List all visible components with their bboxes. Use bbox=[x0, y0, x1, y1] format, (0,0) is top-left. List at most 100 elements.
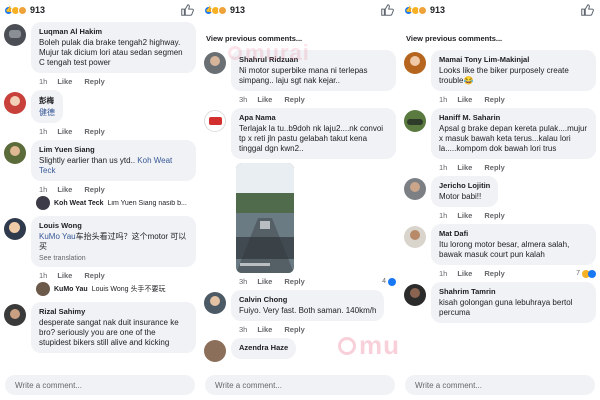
comment-text[interactable]: 健德 bbox=[39, 108, 55, 118]
see-translation-link[interactable]: See translation bbox=[39, 255, 188, 262]
comment-time[interactable]: 1h bbox=[39, 77, 47, 86]
avatar[interactable] bbox=[404, 110, 426, 132]
comment-actions: 1h Like Reply bbox=[431, 207, 596, 220]
reaction-summary[interactable]: 4 bbox=[382, 277, 396, 286]
avatar[interactable] bbox=[204, 110, 226, 132]
reply-button[interactable]: Reply bbox=[84, 185, 104, 194]
comment-actions: 3h Like Reply 4 bbox=[231, 273, 396, 286]
comment-text: Slightly earlier than us ytd.. Koh Weat … bbox=[39, 156, 188, 176]
like-thumb-icon[interactable] bbox=[180, 3, 194, 17]
comment-time[interactable]: 3h bbox=[239, 325, 247, 334]
comment-time[interactable]: 1h bbox=[439, 211, 447, 220]
reaction-count[interactable]: 913 bbox=[230, 5, 245, 15]
comment-item: Haniff M. Saharin Apsal g brake depan ke… bbox=[400, 108, 600, 172]
write-comment-input[interactable] bbox=[5, 375, 195, 395]
avatar[interactable] bbox=[4, 92, 26, 114]
comment-time[interactable]: 1h bbox=[39, 271, 47, 280]
comment-author[interactable]: Jericho Lojitin bbox=[439, 181, 490, 190]
comment-author[interactable]: Azendra Haze bbox=[239, 343, 288, 352]
comment-author[interactable]: Mat Dafi bbox=[439, 229, 588, 238]
reply-button[interactable]: Reply bbox=[84, 127, 104, 136]
view-previous-comments-link[interactable]: View previous comments... bbox=[400, 20, 600, 50]
comment-time[interactable]: 1h bbox=[39, 185, 47, 194]
comment-time[interactable]: 3h bbox=[239, 277, 247, 286]
comment-text: desperate sangat nak duit insurance ke b… bbox=[39, 318, 179, 347]
reply-button[interactable]: Reply bbox=[284, 325, 304, 334]
reply-button[interactable]: Reply bbox=[284, 277, 304, 286]
like-thumb-icon[interactable] bbox=[380, 3, 394, 17]
comment-author[interactable]: Haniff M. Saharin bbox=[439, 113, 588, 122]
reply-preview[interactable]: KuMo Yau Louis Wong 头手不要玩 bbox=[0, 280, 200, 296]
comment-author[interactable]: 彭梅 bbox=[39, 95, 55, 106]
comment-author[interactable]: Luqman Al Hakim bbox=[39, 27, 188, 36]
comment-bubble: Shahrim Tamrin kisah golongan guna lebuh… bbox=[431, 282, 596, 323]
comment-time[interactable]: 1h bbox=[439, 95, 447, 104]
reaction-count[interactable]: 913 bbox=[430, 5, 445, 15]
comment-actions: 1h Like Reply 7 bbox=[431, 265, 596, 278]
watermark-text: murai bbox=[359, 330, 400, 360]
like-button[interactable]: Like bbox=[57, 127, 72, 136]
comment-bubble: Azendra Haze bbox=[231, 338, 297, 359]
avatar[interactable] bbox=[404, 52, 426, 74]
like-button[interactable]: Like bbox=[57, 77, 72, 86]
reaction-bar[interactable]: 👍 913 bbox=[200, 0, 400, 20]
avatar[interactable] bbox=[4, 24, 26, 46]
like-button[interactable]: Like bbox=[57, 185, 72, 194]
like-thumb-icon[interactable] bbox=[580, 3, 594, 17]
like-button[interactable]: Like bbox=[257, 95, 272, 104]
avatar[interactable] bbox=[204, 52, 226, 74]
comment-input-bar bbox=[200, 370, 400, 400]
comment-item: Lim Yuen Siang Slightly earlier than us … bbox=[0, 140, 200, 194]
like-button[interactable]: Like bbox=[457, 163, 472, 172]
reaction-summary[interactable]: 7 bbox=[576, 269, 596, 278]
reaction-bar[interactable]: 👍 913 bbox=[0, 0, 200, 20]
avatar[interactable] bbox=[4, 142, 26, 164]
comment-author[interactable]: Lim Yuen Siang bbox=[39, 145, 188, 154]
like-button[interactable]: Like bbox=[57, 271, 72, 280]
avatar[interactable] bbox=[404, 284, 426, 306]
reply-author[interactable]: Koh Weat Teck bbox=[54, 200, 104, 207]
comment-time[interactable]: 1h bbox=[439, 163, 447, 172]
avatar[interactable] bbox=[204, 292, 226, 314]
like-button[interactable]: Like bbox=[257, 277, 272, 286]
comment-attached-photo[interactable] bbox=[236, 163, 294, 273]
avatar[interactable] bbox=[4, 304, 26, 326]
comment-text: KuMo Yau车抬头看过吗？这个motor 可以买 bbox=[39, 232, 188, 252]
avatar[interactable] bbox=[204, 340, 226, 362]
reaction-bar[interactable]: 👍 913 bbox=[400, 0, 600, 20]
reply-button[interactable]: Reply bbox=[484, 95, 504, 104]
comment-author[interactable]: Mamai Tony Lim-Makinjal bbox=[439, 55, 588, 64]
like-button[interactable]: Like bbox=[457, 269, 472, 278]
comment-author[interactable]: Shahrim Tamrin bbox=[439, 287, 588, 296]
reply-button[interactable]: Reply bbox=[484, 269, 504, 278]
comment-item: Louis Wong KuMo Yau车抬头看过吗？这个motor 可以买 Se… bbox=[0, 216, 200, 280]
reaction-icons: 👍 bbox=[404, 5, 427, 15]
avatar[interactable] bbox=[404, 226, 426, 248]
reply-button[interactable]: Reply bbox=[484, 163, 504, 172]
reply-author[interactable]: KuMo Yau bbox=[54, 286, 88, 293]
like-button[interactable]: Like bbox=[457, 211, 472, 220]
comment-author[interactable]: Louis Wong bbox=[39, 221, 188, 230]
like-button[interactable]: Like bbox=[457, 95, 472, 104]
comment-time[interactable]: 1h bbox=[39, 127, 47, 136]
reply-button[interactable]: Reply bbox=[484, 211, 504, 220]
reply-button[interactable]: Reply bbox=[84, 77, 104, 86]
comment-author[interactable]: Apa Nama bbox=[239, 113, 388, 122]
reply-button[interactable]: Reply bbox=[84, 271, 104, 280]
murai-watermark: murai bbox=[228, 40, 310, 66]
reaction-count[interactable]: 913 bbox=[30, 5, 45, 15]
mention-link[interactable]: KuMo Yau bbox=[39, 232, 76, 241]
comment-author[interactable]: Rizal Sahimy bbox=[39, 307, 188, 316]
reply-preview[interactable]: Koh Weat Teck Lim Yuen Siang nasib b... bbox=[0, 194, 200, 210]
comment-time[interactable]: 1h bbox=[439, 269, 447, 278]
comment-actions: 3h Like Reply bbox=[231, 91, 396, 104]
comment-author[interactable]: Calvin Chong bbox=[239, 295, 376, 304]
write-comment-input[interactable] bbox=[205, 375, 395, 395]
avatar[interactable] bbox=[404, 178, 426, 200]
comment-time[interactable]: 3h bbox=[239, 95, 247, 104]
reply-button[interactable]: Reply bbox=[284, 95, 304, 104]
like-button[interactable]: Like bbox=[257, 325, 272, 334]
avatar[interactable] bbox=[4, 218, 26, 240]
write-comment-input[interactable] bbox=[405, 375, 595, 395]
comment-text: Ni motor superbike mana ni terlepas simp… bbox=[239, 66, 368, 85]
